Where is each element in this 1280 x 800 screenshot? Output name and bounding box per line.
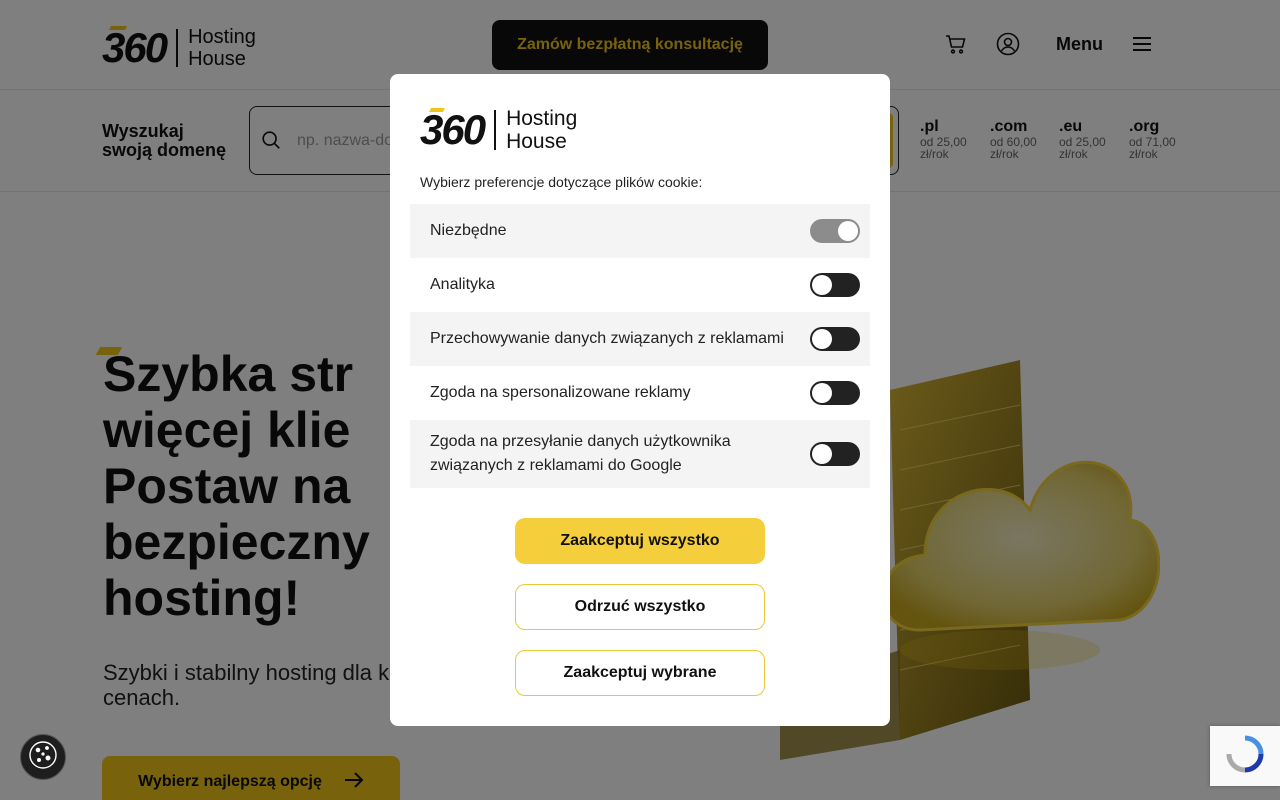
pref-label-ad-user-data: Zgoda na przesyłanie danych użytkownika … — [430, 433, 731, 474]
toggle-ad-storage[interactable] — [810, 327, 860, 351]
modal-logo-number: 360 — [420, 106, 486, 153]
cookie-settings-button[interactable] — [20, 734, 66, 780]
pref-row-analytics: Analityka — [410, 258, 870, 312]
modal-logo: 360 Hosting House — [420, 106, 577, 154]
cookie-icon — [27, 739, 59, 776]
cookie-consent-dialog: 360 Hosting House Wybierz preferencje do… — [390, 74, 890, 726]
cookie-description: Wybierz preferencje dotyczące plików coo… — [420, 174, 703, 190]
pref-label-ad-storage: Przechowywanie danych związanych z rekla… — [430, 330, 784, 347]
accept-selected-button[interactable]: Zaakceptuj wybrane — [515, 650, 765, 696]
pref-label-analytics: Analityka — [430, 276, 495, 293]
pref-row-necessary: Niezbędne — [410, 204, 870, 258]
toggle-analytics[interactable] — [810, 273, 860, 297]
toggle-ad-user-data[interactable] — [810, 442, 860, 466]
pref-row-ad-storage: Przechowywanie danych związanych z rekla… — [410, 312, 870, 366]
recaptcha-icon — [1225, 734, 1265, 779]
pref-row-personalized-ads: Zgoda na spersonalizowane reklamy — [410, 366, 870, 420]
pref-label-necessary: Niezbędne — [430, 222, 507, 239]
recaptcha-badge[interactable] — [1210, 726, 1280, 786]
pref-label-personalized-ads: Zgoda na spersonalizowane reklamy — [430, 384, 691, 401]
modal-logo-separator — [494, 110, 497, 150]
pref-row-ad-user-data: Zgoda na przesyłanie danych użytkownika … — [410, 420, 870, 488]
toggle-necessary[interactable] — [810, 219, 860, 243]
toggle-personalized-ads[interactable] — [810, 381, 860, 405]
modal-logo-brand: Hosting House — [506, 107, 578, 153]
accept-all-button[interactable]: Zaakceptuj wszystko — [515, 518, 765, 564]
reject-all-button[interactable]: Odrzuć wszystko — [515, 584, 765, 630]
